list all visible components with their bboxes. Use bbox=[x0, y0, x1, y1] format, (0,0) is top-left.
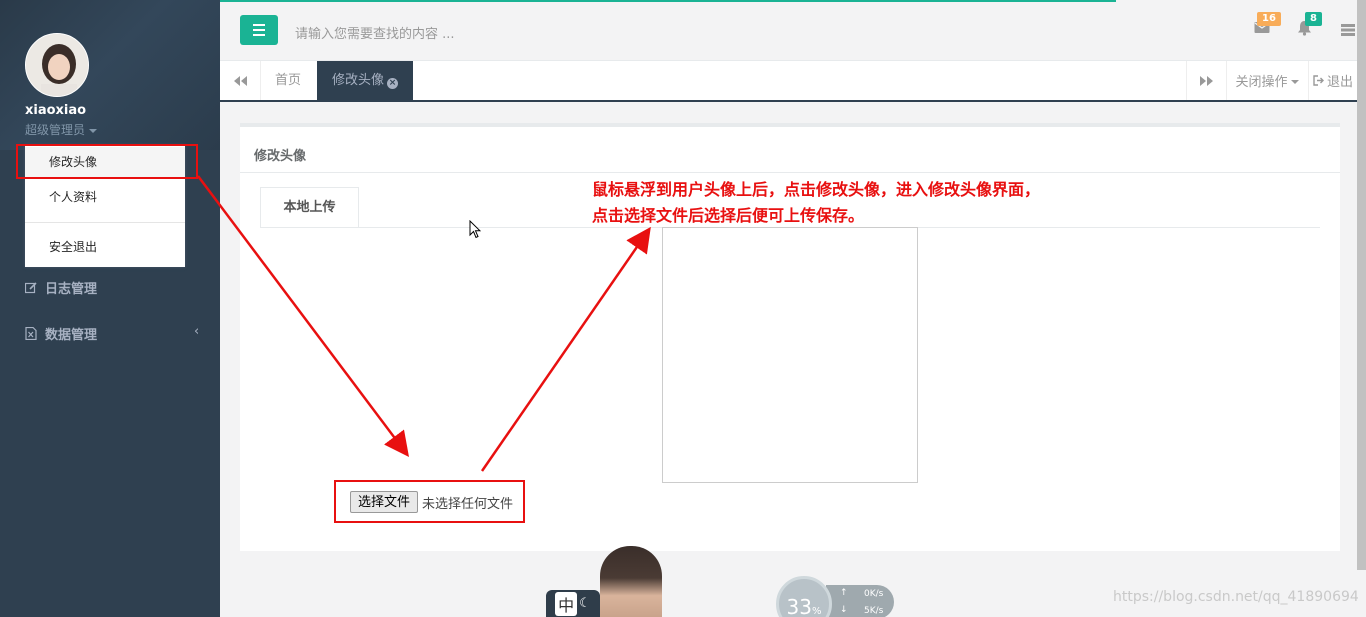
arrow-up-icon: ↑ bbox=[840, 588, 848, 598]
ime-indicator[interactable]: 中 ☾ bbox=[546, 590, 600, 617]
desktop-pet-figure bbox=[600, 546, 662, 617]
gauge-value: 33 bbox=[786, 595, 812, 617]
arrow-down-icon: ↓ bbox=[840, 605, 848, 615]
annotation-arrows bbox=[197, 175, 651, 472]
net-up-unit: K/s bbox=[869, 589, 884, 599]
watermark: https://blog.csdn.net/qq_41890694 bbox=[1113, 589, 1359, 605]
arrow-to-annotation bbox=[480, 226, 651, 472]
moon-icon: ☾ bbox=[579, 596, 591, 611]
ime-mode-label: 中 bbox=[555, 591, 578, 616]
net-down-unit: K/s bbox=[869, 606, 884, 616]
gauge-unit: % bbox=[811, 606, 822, 617]
network-speed-widget: ↑ 0K/s ↓ 5K/s bbox=[826, 585, 894, 617]
vertical-scrollbar[interactable] bbox=[1357, 0, 1366, 570]
arrow-to-file-input bbox=[197, 175, 410, 457]
